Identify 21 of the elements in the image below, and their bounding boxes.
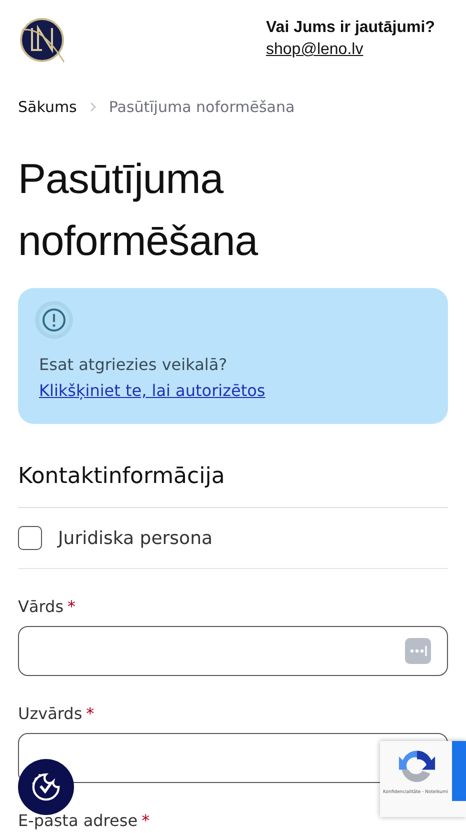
breadcrumb-link[interactable]: Sākums — [18, 98, 77, 116]
recaptcha-bar — [452, 741, 466, 801]
page-title: Pasūtījuma noformēšana — [18, 154, 260, 266]
field-label: Uzvārds — [18, 704, 82, 723]
section-heading: Kontaktinformācija — [18, 464, 448, 508]
chevron-icon — [88, 101, 97, 113]
breadcrumb-link[interactable]: Pasūtījuma noformēšana — [108, 98, 295, 116]
logo-icon[interactable] — [18, 16, 66, 64]
login-link[interactable]: Klikšķiniet te, lai autorizētos — [39, 381, 266, 400]
checkbox[interactable] — [18, 526, 42, 550]
notice-text: Esat atgriezies veikalā? Klikšķiniet te, lai autorizētos — [39, 354, 266, 402]
required-mark: * — [68, 597, 76, 616]
required-mark: * — [142, 811, 150, 830]
email-link[interactable]: shop@leno.lv — [266, 41, 364, 59]
field-label: E-pasta adrese — [18, 811, 138, 830]
checkbox-label: Juridiska persona — [58, 528, 213, 548]
input-field[interactable] — [18, 626, 448, 676]
info-icon — [34, 300, 74, 340]
field-label: Vārds — [18, 597, 64, 616]
contact-question: Vai Jums ir jautājumi? — [266, 19, 436, 37]
required-mark: * — [86, 704, 94, 723]
